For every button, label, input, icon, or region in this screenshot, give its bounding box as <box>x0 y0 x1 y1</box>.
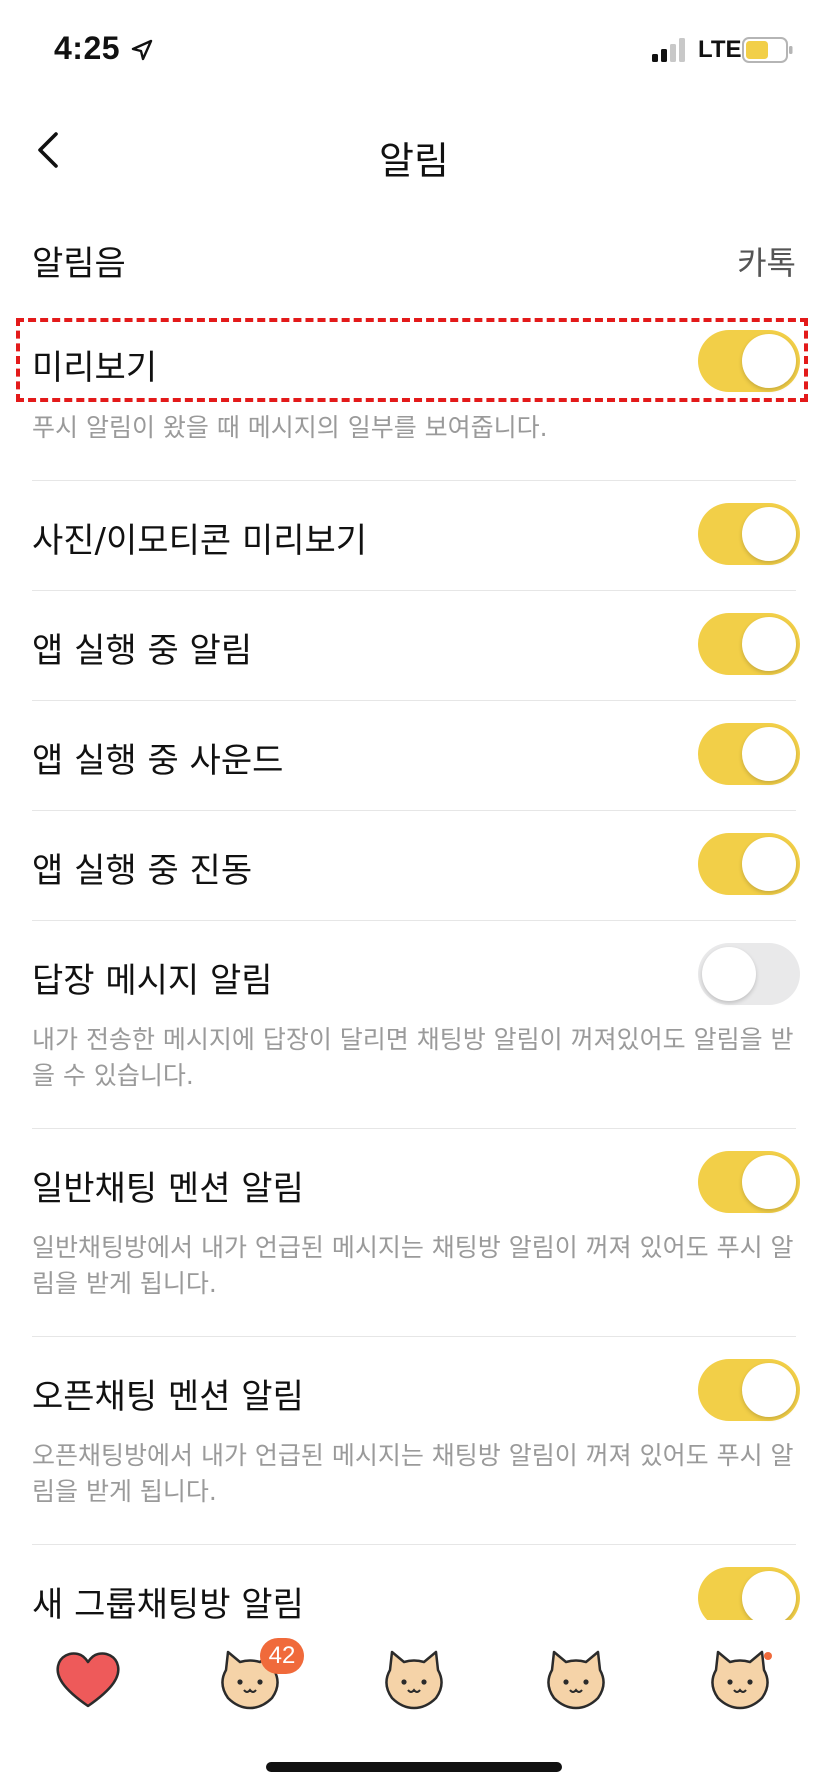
tab-cat-3[interactable] <box>536 1640 616 1720</box>
setting-label: 앱 실행 중 알림 <box>32 631 253 671</box>
toggle-knob <box>742 1155 796 1209</box>
preview-toggle[interactable] <box>698 330 800 392</box>
status-time: 4:25 <box>54 30 121 66</box>
divider <box>32 1336 796 1337</box>
setting-row-general-mention: 일반채팅 멘션 알림 <box>32 1151 800 1213</box>
photo-emoticon-preview-toggle[interactable] <box>698 503 800 565</box>
setting-label: 새 그룹채팅방 알림 <box>32 1585 304 1625</box>
general-mention-toggle[interactable] <box>698 1151 800 1213</box>
setting-description: 푸시 알림이 왔을 때 메시지의 일부를 보여줍니다. <box>32 413 548 442</box>
setting-row-in-app-notification: 앱 실행 중 알림 <box>32 613 800 675</box>
toggle-knob <box>742 507 796 561</box>
reply-notification-toggle[interactable] <box>698 943 800 1005</box>
unread-badge: 42 <box>260 1638 304 1674</box>
openchat-mention-toggle[interactable] <box>698 1359 800 1421</box>
in-app-vibration-toggle[interactable] <box>698 833 800 895</box>
setting-label: 앱 실행 중 사운드 <box>32 741 284 781</box>
setting-row-preview: 미리보기 <box>32 330 800 392</box>
nav-bar: 알림 <box>0 100 828 200</box>
in-app-sound-toggle[interactable] <box>698 723 800 785</box>
cat-face-icon <box>385 1650 443 1710</box>
heart-icon <box>56 1652 120 1708</box>
notification-sound-label: 알림음 <box>32 244 126 284</box>
toggle-knob <box>742 1571 796 1625</box>
cat-face-icon <box>547 1650 605 1710</box>
toggle-knob <box>702 947 756 1001</box>
setting-row-reply-notification: 답장 메시지 알림 <box>32 943 800 1005</box>
toggle-knob <box>742 617 796 671</box>
setting-description: 내가 전송한 메시지에 답장이 달리면 채팅방 알림이 꺼져있어도 알림을 받을… <box>32 1025 794 1090</box>
setting-label: 일반채팅 멘션 알림 <box>32 1169 304 1209</box>
tab-heart[interactable] <box>48 1640 128 1720</box>
setting-description: 일반채팅방에서 내가 언급된 메시지는 채팅방 알림이 꺼져 있어도 푸시 알림… <box>32 1233 794 1298</box>
status-bar: 4:25 LTE <box>0 0 828 100</box>
signal-icon <box>652 38 685 62</box>
notification-sound-value: 카톡 <box>737 244 796 282</box>
location-arrow-icon <box>131 39 153 61</box>
setting-label: 오픈채팅 멘션 알림 <box>32 1377 304 1417</box>
divider <box>32 480 796 481</box>
setting-label: 미리보기 <box>32 348 158 388</box>
divider <box>32 1544 796 1545</box>
in-app-notification-toggle[interactable] <box>698 613 800 675</box>
tab-bar <box>0 1620 828 1740</box>
setting-label: 사진/이모티콘 미리보기 <box>32 521 368 561</box>
page-title: 알림 <box>379 139 449 183</box>
toggle-knob <box>742 727 796 781</box>
tab-cat-2[interactable] <box>374 1640 454 1720</box>
setting-row-openchat-mention: 오픈채팅 멘션 알림 <box>32 1359 800 1421</box>
divider <box>32 1128 796 1129</box>
toggle-knob <box>742 837 796 891</box>
setting-row-in-app-vibration: 앱 실행 중 진동 <box>32 833 800 895</box>
toggle-knob <box>742 1363 796 1417</box>
battery-icon <box>742 37 793 63</box>
notification-sound-row[interactable]: 알림음 카톡 <box>32 230 796 290</box>
toggle-knob <box>742 334 796 388</box>
network-type: LTE <box>698 36 742 63</box>
setting-description: 오픈채팅방에서 내가 언급된 메시지는 채팅방 알림이 꺼져 있어도 푸시 알림… <box>32 1441 794 1506</box>
setting-row-in-app-sound: 앱 실행 중 사운드 <box>32 723 800 785</box>
divider <box>32 700 796 701</box>
new-dot-indicator <box>764 1652 772 1660</box>
divider <box>32 810 796 811</box>
setting-row-photo-emoticon-preview: 사진/이모티콘 미리보기 <box>32 503 800 565</box>
setting-label: 앱 실행 중 진동 <box>32 851 253 891</box>
home-indicator[interactable] <box>266 1762 562 1772</box>
setting-label: 답장 메시지 알림 <box>32 961 273 1001</box>
divider <box>32 920 796 921</box>
divider <box>32 590 796 591</box>
